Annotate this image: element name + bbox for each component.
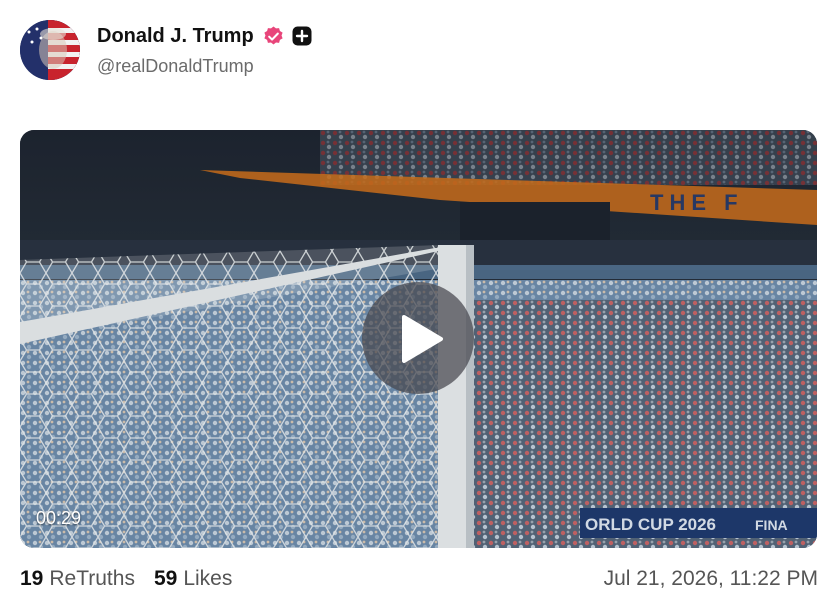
play-icon: [402, 315, 443, 363]
verified-badge-icon: [264, 25, 283, 44]
play-button[interactable]: [362, 282, 474, 394]
likes-count: 59: [153, 567, 178, 590]
avatar[interactable]: [20, 20, 80, 80]
plus-badge-icon: [292, 26, 312, 46]
display-name[interactable]: Donald J. Trump: [97, 25, 254, 48]
video-duration: 00:29: [36, 508, 82, 528]
flag-portrait-avatar-icon: [20, 20, 80, 80]
likes-label: Likes: [183, 567, 233, 590]
post-footer: 19 ReTruths 59 Likes Jul 21, 2026, 11:22…: [20, 566, 818, 592]
user-handle[interactable]: @realDonaldTrump: [97, 56, 312, 77]
retruths-count: 19: [20, 567, 44, 590]
post-header: Donald J. Trump @realDonaldTrump: [20, 18, 312, 82]
retruths-stat[interactable]: 19 ReTruths: [20, 567, 135, 591]
likes-stat[interactable]: 59 Likes: [154, 567, 232, 591]
video-player[interactable]: THE F ORLD CUP 2026 FINA 00:29: [20, 130, 817, 548]
post-timestamp[interactable]: Jul 21, 2026, 11:22 PM: [604, 567, 818, 591]
retruths-label: ReTruths: [49, 567, 135, 590]
